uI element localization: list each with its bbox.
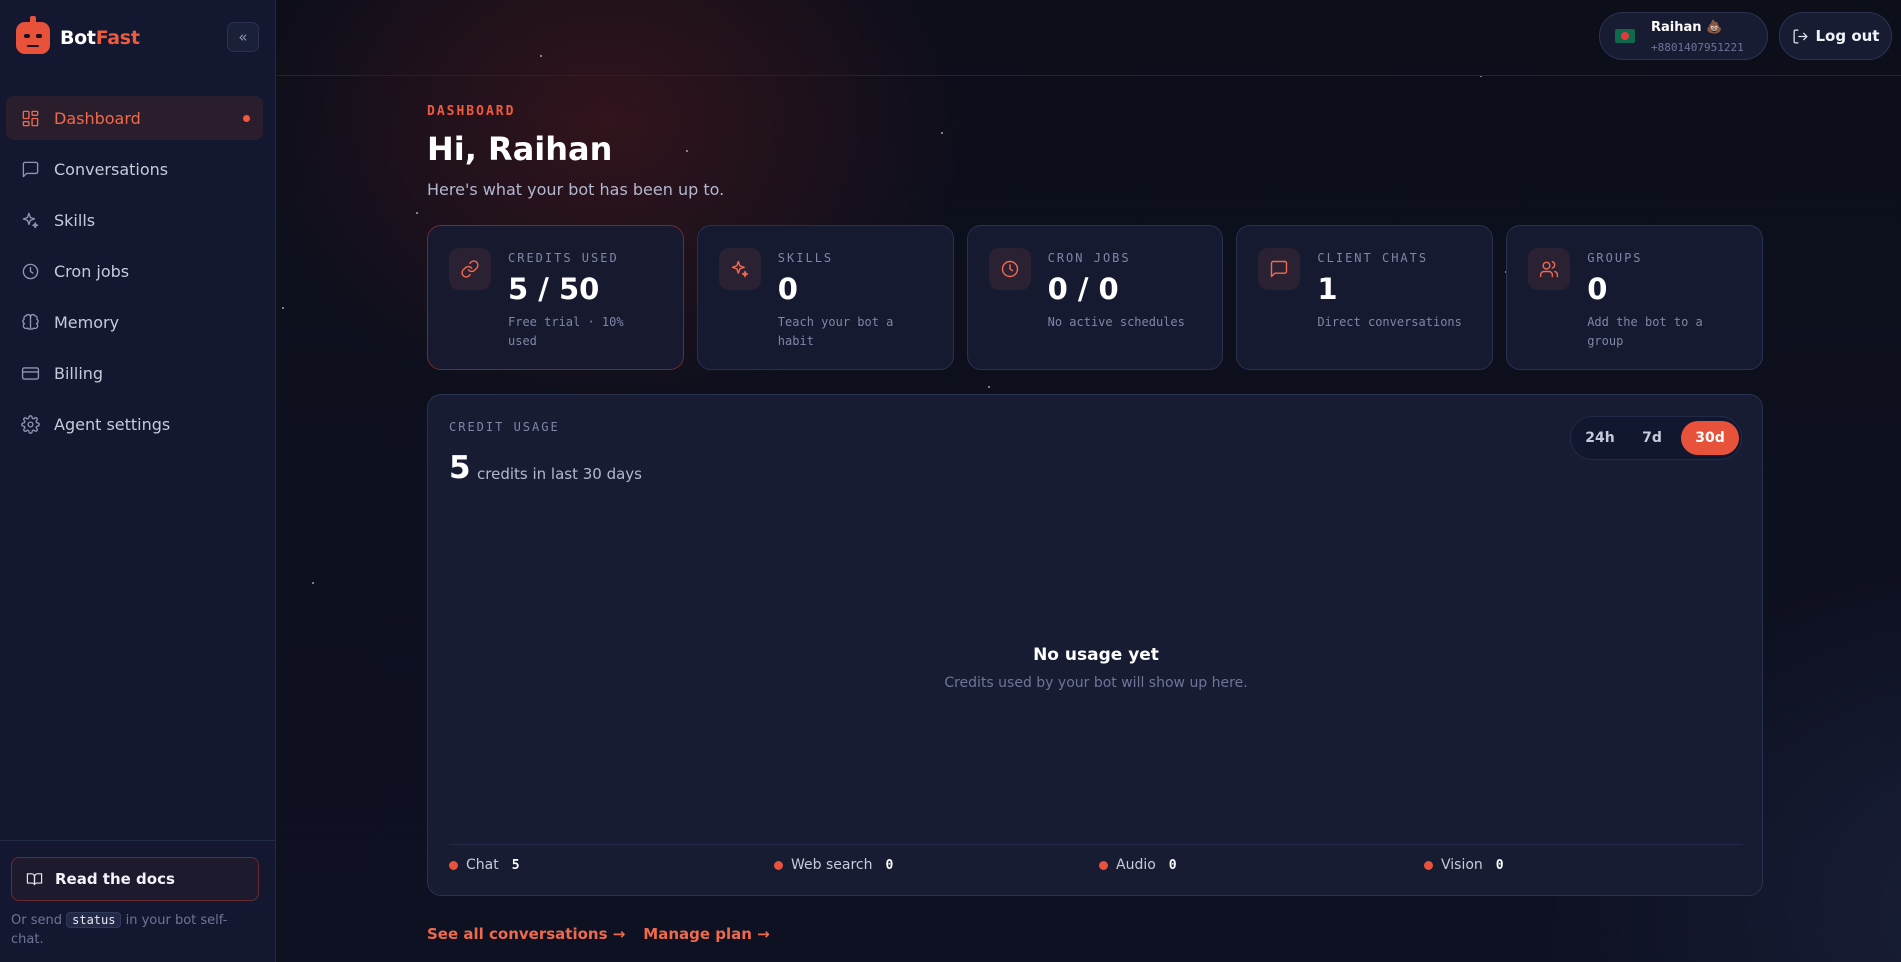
user-chip[interactable]: Raihan 💩 +8801407951221	[1599, 12, 1768, 60]
sidebar-item-label: Agent settings	[54, 414, 171, 434]
usage-total: 5	[449, 450, 471, 486]
status-command: status	[66, 912, 122, 928]
legend-divider	[449, 844, 1743, 845]
sidebar-footer: Read the docs Or send status in your bot…	[0, 840, 276, 962]
legend-dot	[1424, 860, 1433, 870]
collapse-sidebar-button[interactable]: «	[227, 22, 259, 52]
usage-legend: Chat 5 Web search 0 Audio 0 Vision 0	[449, 857, 1743, 881]
read-docs-button[interactable]: Read the docs	[11, 857, 259, 901]
manage-plan-link[interactable]: Manage plan →	[643, 925, 769, 943]
sparkle-icon	[20, 210, 40, 230]
footer-note: Or send status in your bot self-chat.	[11, 912, 228, 947]
flag-icon	[1615, 29, 1635, 43]
sidebar-item-cron-jobs[interactable]: Cron jobs	[6, 249, 263, 293]
sidebar-item-dashboard[interactable]: Dashboard	[6, 96, 263, 140]
users-icon	[1528, 248, 1571, 290]
stat-value: 0 / 0	[1047, 272, 1119, 306]
empty-state-title: No usage yet	[1033, 645, 1159, 665]
page-eyebrow: DASHBOARD	[427, 104, 516, 119]
stat-card-client-chats[interactable]: CLIENT CHATS 1 Direct conversations	[1236, 225, 1494, 370]
message-icon	[20, 159, 40, 179]
book-icon	[26, 872, 43, 885]
sidebar-item-label: Cron jobs	[54, 261, 130, 281]
range-selector: 24h 7d 30d	[1570, 416, 1742, 460]
legend-item-vision: Vision 0	[1424, 857, 1504, 873]
legend-item-audio: Audio 0	[1099, 857, 1177, 873]
stat-label: CLIENT CHATS	[1317, 251, 1429, 265]
stat-value: 5 / 50	[508, 272, 600, 306]
range-24h-button[interactable]: 24h	[1575, 421, 1625, 455]
active-indicator	[243, 114, 250, 122]
sparkle-icon	[718, 248, 761, 290]
stat-desc: No active schedules	[1047, 315, 1185, 329]
footer-links: See all conversations → Manage plan →	[427, 925, 770, 943]
sidebar-item-label: Conversations	[54, 159, 169, 179]
brand[interactable]: BotFast	[16, 16, 140, 56]
dashboard-icon	[20, 108, 40, 128]
range-7d-button[interactable]: 7d	[1627, 421, 1677, 455]
stat-value: 0	[1587, 272, 1608, 306]
brain-icon	[20, 312, 40, 332]
clock-icon	[988, 248, 1031, 290]
stat-desc: Direct conversations	[1317, 315, 1462, 329]
legend-dot	[1099, 860, 1108, 870]
stat-label: CREDITS USED	[508, 251, 619, 265]
legend-item-chat: Chat 5	[449, 857, 520, 873]
page-subtitle: Here's what your bot has been up to.	[427, 180, 725, 199]
credit-usage-panel: CREDIT USAGE 5 credits in last 30 days 2…	[427, 394, 1763, 896]
sidebar-item-memory[interactable]: Memory	[6, 300, 263, 344]
range-30d-button[interactable]: 30d	[1681, 421, 1739, 455]
page-title: Hi, Raihan	[427, 130, 613, 168]
stat-label: CRON JOBS	[1047, 251, 1131, 265]
stat-cards: CREDITS USED 5 / 50 Free trial · 10% use…	[427, 225, 1763, 370]
usage-label: CREDIT USAGE	[449, 420, 560, 434]
legend-item-web-search: Web search 0	[774, 857, 893, 873]
stat-desc: Add the bot to a group	[1587, 315, 1703, 348]
legend-dot	[774, 860, 783, 870]
legend-dot	[449, 860, 458, 870]
sidebar-item-label: Dashboard	[54, 108, 141, 128]
message-icon	[1258, 248, 1301, 290]
stat-card-skills[interactable]: SKILLS 0 Teach your bot a habit	[696, 225, 954, 370]
stat-card-credits[interactable]: CREDITS USED 5 / 50 Free trial · 10% use…	[427, 225, 684, 370]
logout-label: Log out	[1815, 27, 1880, 45]
bot-logo-icon	[16, 16, 50, 54]
usage-total-label: credits in last 30 days	[477, 465, 642, 483]
sidebar-item-conversations[interactable]: Conversations	[6, 147, 263, 191]
logout-icon	[1793, 29, 1808, 43]
stat-desc: Free trial · 10% used	[508, 315, 624, 348]
stat-value: 1	[1317, 272, 1338, 306]
sidebar-nav: Dashboard Conversations Skills Cron jobs…	[6, 96, 263, 453]
empty-state-subtitle: Credits used by your bot will show up he…	[944, 675, 1248, 691]
sidebar-item-label: Skills	[54, 210, 96, 230]
logout-button[interactable]: Log out	[1779, 12, 1892, 60]
sidebar-item-skills[interactable]: Skills	[6, 198, 263, 242]
chevrons-left-icon: «	[238, 28, 248, 46]
user-name: Raihan 💩	[1651, 20, 1723, 35]
stat-label: GROUPS	[1587, 251, 1643, 265]
stat-card-groups[interactable]: GROUPS 0 Add the bot to a group	[1506, 225, 1763, 370]
sidebar-item-label: Memory	[54, 312, 120, 332]
clock-icon	[20, 261, 40, 281]
sidebar-item-billing[interactable]: Billing	[6, 351, 263, 395]
sidebar-item-agent-settings[interactable]: Agent settings	[6, 402, 263, 446]
read-docs-label: Read the docs	[55, 870, 175, 888]
sidebar-item-label: Billing	[54, 363, 104, 383]
sidebar: BotFast « Dashboard Conversations Skills…	[0, 0, 276, 962]
stat-value: 0	[777, 272, 798, 306]
stat-desc: Teach your bot a habit	[777, 315, 894, 348]
gear-icon	[20, 414, 40, 434]
stat-card-cron-jobs[interactable]: CRON JOBS 0 / 0 No active schedules	[966, 225, 1224, 370]
link-icon	[449, 248, 491, 290]
see-all-conversations-link[interactable]: See all conversations →	[427, 925, 625, 943]
stat-label: SKILLS	[777, 251, 834, 265]
user-phone: +8801407951221	[1651, 41, 1744, 54]
credit-card-icon	[20, 363, 40, 383]
brand-name: BotFast	[60, 27, 140, 49]
